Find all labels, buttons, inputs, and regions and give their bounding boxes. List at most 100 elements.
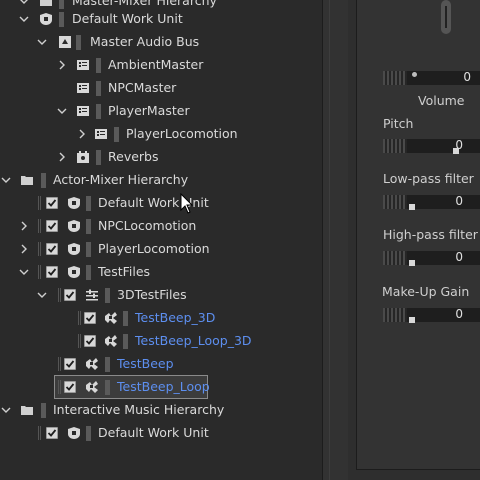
chevron-down-icon[interactable] [0,404,12,416]
include-checkbox[interactable] [46,197,58,209]
tree-item-label[interactable]: NPCMaster [106,79,178,96]
tree-row[interactable]: Default Work Unit [0,192,322,215]
reverb-bus-icon [76,150,90,164]
tree-row[interactable]: TestBeep_3D [0,307,322,330]
tree-item-label[interactable]: PlayerLocomotion [124,125,240,142]
include-checkbox[interactable] [84,335,96,347]
chevron-right-icon[interactable] [18,220,30,232]
tree-item-label[interactable]: PlayerMaster [106,102,192,119]
include-checkbox[interactable] [84,312,96,324]
tree-item-label[interactable]: Master Audio Bus [88,33,201,50]
include-checkbox[interactable] [64,381,76,393]
chevron-down-icon[interactable] [36,36,48,48]
tree-row[interactable]: Interactive Music Hierarchy [0,399,322,422]
slider-grip [383,251,407,265]
tree-item-label[interactable]: Interactive Music Hierarchy [51,401,226,418]
lowpass-value[interactable]: 0 [455,194,463,208]
tree-item-label[interactable]: TestBeep [115,355,176,372]
tree-row[interactable]: Reverbs [0,146,322,169]
chevron-right-icon[interactable] [76,128,88,140]
chevron-down-icon[interactable] [18,13,30,25]
chevron-right-icon[interactable] [56,59,68,71]
mouse-cursor-icon [180,193,194,214]
color-swatch [86,426,91,441]
slider-thumb[interactable] [409,204,415,210]
volume-value[interactable]: 0 [463,70,471,84]
volume-label: Volume [418,93,465,108]
tree-row[interactable]: NPCMaster [0,77,322,100]
lowpass-label: Low-pass filter [383,171,474,186]
include-checkbox[interactable] [46,427,58,439]
tree-item-label[interactable]: Default Work Unit [70,10,185,27]
include-checkbox[interactable] [46,220,58,232]
tree-item-label[interactable]: NPCLocomotion [96,217,198,234]
slider-thumb[interactable] [453,148,459,154]
tree-item-label[interactable]: TestBeep_Loop_3D [133,332,254,349]
include-checkbox[interactable] [46,266,58,278]
tree-item-label[interactable]: TestBeep_3D [133,309,217,326]
tree-row[interactable]: Actor-Mixer Hierarchy [0,169,322,192]
include-checkbox[interactable] [64,289,76,301]
tree-item-label[interactable]: Default Work Unit [96,424,211,441]
tree-row[interactable]: TestBeep_Loop_3D [0,330,322,353]
color-swatch [123,311,128,326]
include-checkbox[interactable] [46,243,58,255]
include-checkbox[interactable] [64,358,76,370]
chevron-down-icon[interactable] [56,105,68,117]
color-swatch [86,242,91,257]
slider-thumb[interactable] [412,72,417,77]
chevron-down-icon[interactable] [36,289,48,301]
chevron-down-icon[interactable] [0,174,12,186]
sound-sfx-icon [104,334,118,348]
tree-row[interactable]: PlayerLocomotion [0,123,322,146]
volume-slider[interactable]: 0 [383,69,480,87]
makeup-value[interactable]: 0 [455,307,463,321]
row-grip [38,426,42,440]
color-swatch [59,12,64,27]
color-swatch [41,403,46,418]
highpass-slider[interactable]: 0 [383,249,480,267]
pitch-slider[interactable]: 0 [383,137,480,155]
makeup-label: Make-Up Gain [382,284,470,299]
chevron-down-icon[interactable] [18,266,30,278]
panel-splitter[interactable] [322,0,348,480]
tree-item-label[interactable]: TestFiles [96,263,152,280]
slider-track [407,139,480,153]
color-swatch [123,334,128,349]
work-unit-icon [67,219,81,233]
tree-item-label[interactable]: AmbientMaster [106,56,205,73]
tree-row[interactable]: PlayerMaster [0,100,322,123]
volume-knob[interactable] [435,0,457,44]
tree-item-label[interactable]: 3DTestFiles [115,286,189,303]
row-grip [58,357,62,371]
work-unit-icon [67,265,81,279]
row-grip [78,334,82,348]
audio-bus-icon [58,35,72,49]
folder-icon [20,403,34,417]
slider-thumb[interactable] [409,317,415,323]
tree-row[interactable]: Master Audio Bus [0,31,322,54]
tree-row[interactable]: NPCLocomotion [0,215,322,238]
chevron-right-icon[interactable] [18,243,30,255]
work-unit-icon [39,12,53,26]
makeup-slider[interactable]: 0 [383,306,480,324]
chevron-down-icon[interactable] [18,0,30,7]
tree-row[interactable]: Default Work Unit [0,422,322,445]
tree-item-label[interactable]: Reverbs [106,148,161,165]
row-grip [58,288,62,302]
tree-row[interactable]: 3DTestFiles [0,284,322,307]
slider-thumb[interactable] [409,260,415,266]
tree-item-label[interactable]: Actor-Mixer Hierarchy [51,171,190,188]
tree-row[interactable]: AmbientMaster [0,54,322,77]
chevron-right-icon[interactable] [56,151,68,163]
work-unit-icon [67,242,81,256]
tree-item-label[interactable]: TestBeep_Loop [115,378,212,395]
tree-row[interactable]: Default Work Unit [0,8,322,31]
tree-row[interactable]: TestFiles [0,261,322,284]
tree-row[interactable]: TestBeep_Loop [0,375,322,399]
tree-item-label[interactable]: PlayerLocomotion [96,240,212,257]
tree-row[interactable]: TestBeep [0,353,322,376]
tree-row[interactable]: PlayerLocomotion [0,238,322,261]
lowpass-slider[interactable]: 0 [383,193,480,211]
highpass-value[interactable]: 0 [455,250,463,264]
